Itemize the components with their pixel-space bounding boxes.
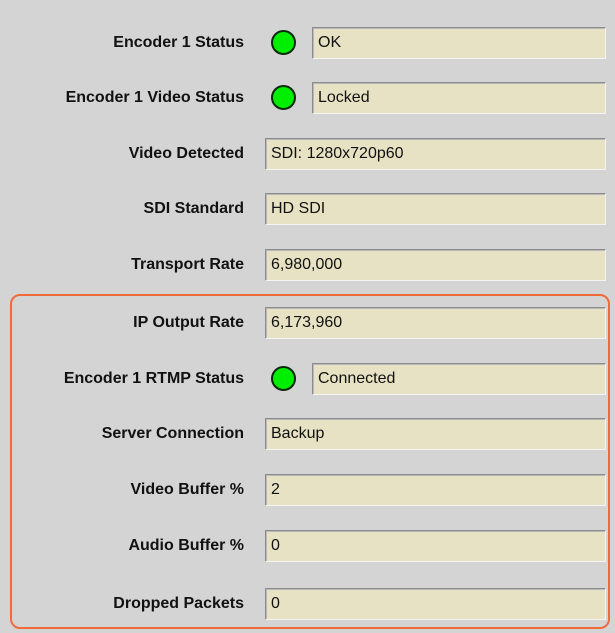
- server-connection-label: Server Connection: [101, 425, 244, 442]
- row-encoder-1-rtmp-status: Encoder 1 RTMP Status Connected: [0, 362, 615, 396]
- encoder-1-video-status-label: Encoder 1 Video Status: [65, 89, 244, 106]
- audio-buffer-field: 0: [265, 530, 606, 562]
- row-sdi-standard: SDI Standard HD SDI: [0, 192, 615, 226]
- video-buffer-label: Video Buffer %: [130, 481, 245, 498]
- row-encoder-1-status: Encoder 1 Status OK: [0, 26, 615, 60]
- encoder-1-video-status-field: Locked: [312, 82, 606, 114]
- encoder-1-rtmp-status-label: Encoder 1 RTMP Status: [63, 370, 244, 387]
- transport-rate-label: Transport Rate: [131, 256, 244, 273]
- audio-buffer-label: Audio Buffer %: [128, 537, 244, 554]
- encoder-1-status-label: Encoder 1 Status: [113, 34, 244, 51]
- transport-rate-field: 6,980,000: [265, 249, 606, 281]
- row-ip-output-rate: IP Output Rate 6,173,960: [0, 306, 615, 340]
- video-buffer-field: 2: [265, 474, 606, 506]
- dropped-packets-field: 0: [265, 588, 606, 620]
- encoder-1-video-status-led-icon: [271, 85, 296, 110]
- encoder-1-status-led-icon: [271, 30, 296, 55]
- server-connection-field: Backup: [265, 418, 606, 450]
- encoder-1-status-field: OK: [312, 27, 606, 59]
- row-server-connection: Server Connection Backup: [0, 417, 615, 451]
- row-encoder-1-video-status: Encoder 1 Video Status Locked: [0, 81, 615, 115]
- row-transport-rate: Transport Rate 6,980,000: [0, 248, 615, 282]
- encoder-status-panel: Encoder 1 Status OK Encoder 1 Video Stat…: [0, 0, 615, 633]
- ip-output-rate-field: 6,173,960: [265, 307, 606, 339]
- rtmp-section-highlight: [10, 294, 610, 629]
- encoder-1-rtmp-status-field: Connected: [312, 363, 606, 395]
- video-detected-label: Video Detected: [128, 145, 244, 162]
- video-detected-field: SDI: 1280x720p60: [265, 138, 606, 170]
- ip-output-rate-label: IP Output Rate: [133, 314, 244, 331]
- row-dropped-packets: Dropped Packets 0: [0, 587, 615, 621]
- row-video-buffer: Video Buffer % 2: [0, 473, 615, 507]
- dropped-packets-label: Dropped Packets: [113, 595, 244, 612]
- row-video-detected: Video Detected SDI: 1280x720p60: [0, 137, 615, 171]
- row-audio-buffer: Audio Buffer % 0: [0, 529, 615, 563]
- encoder-1-rtmp-status-led-icon: [271, 366, 296, 391]
- sdi-standard-field: HD SDI: [265, 193, 606, 225]
- sdi-standard-label: SDI Standard: [143, 200, 244, 217]
